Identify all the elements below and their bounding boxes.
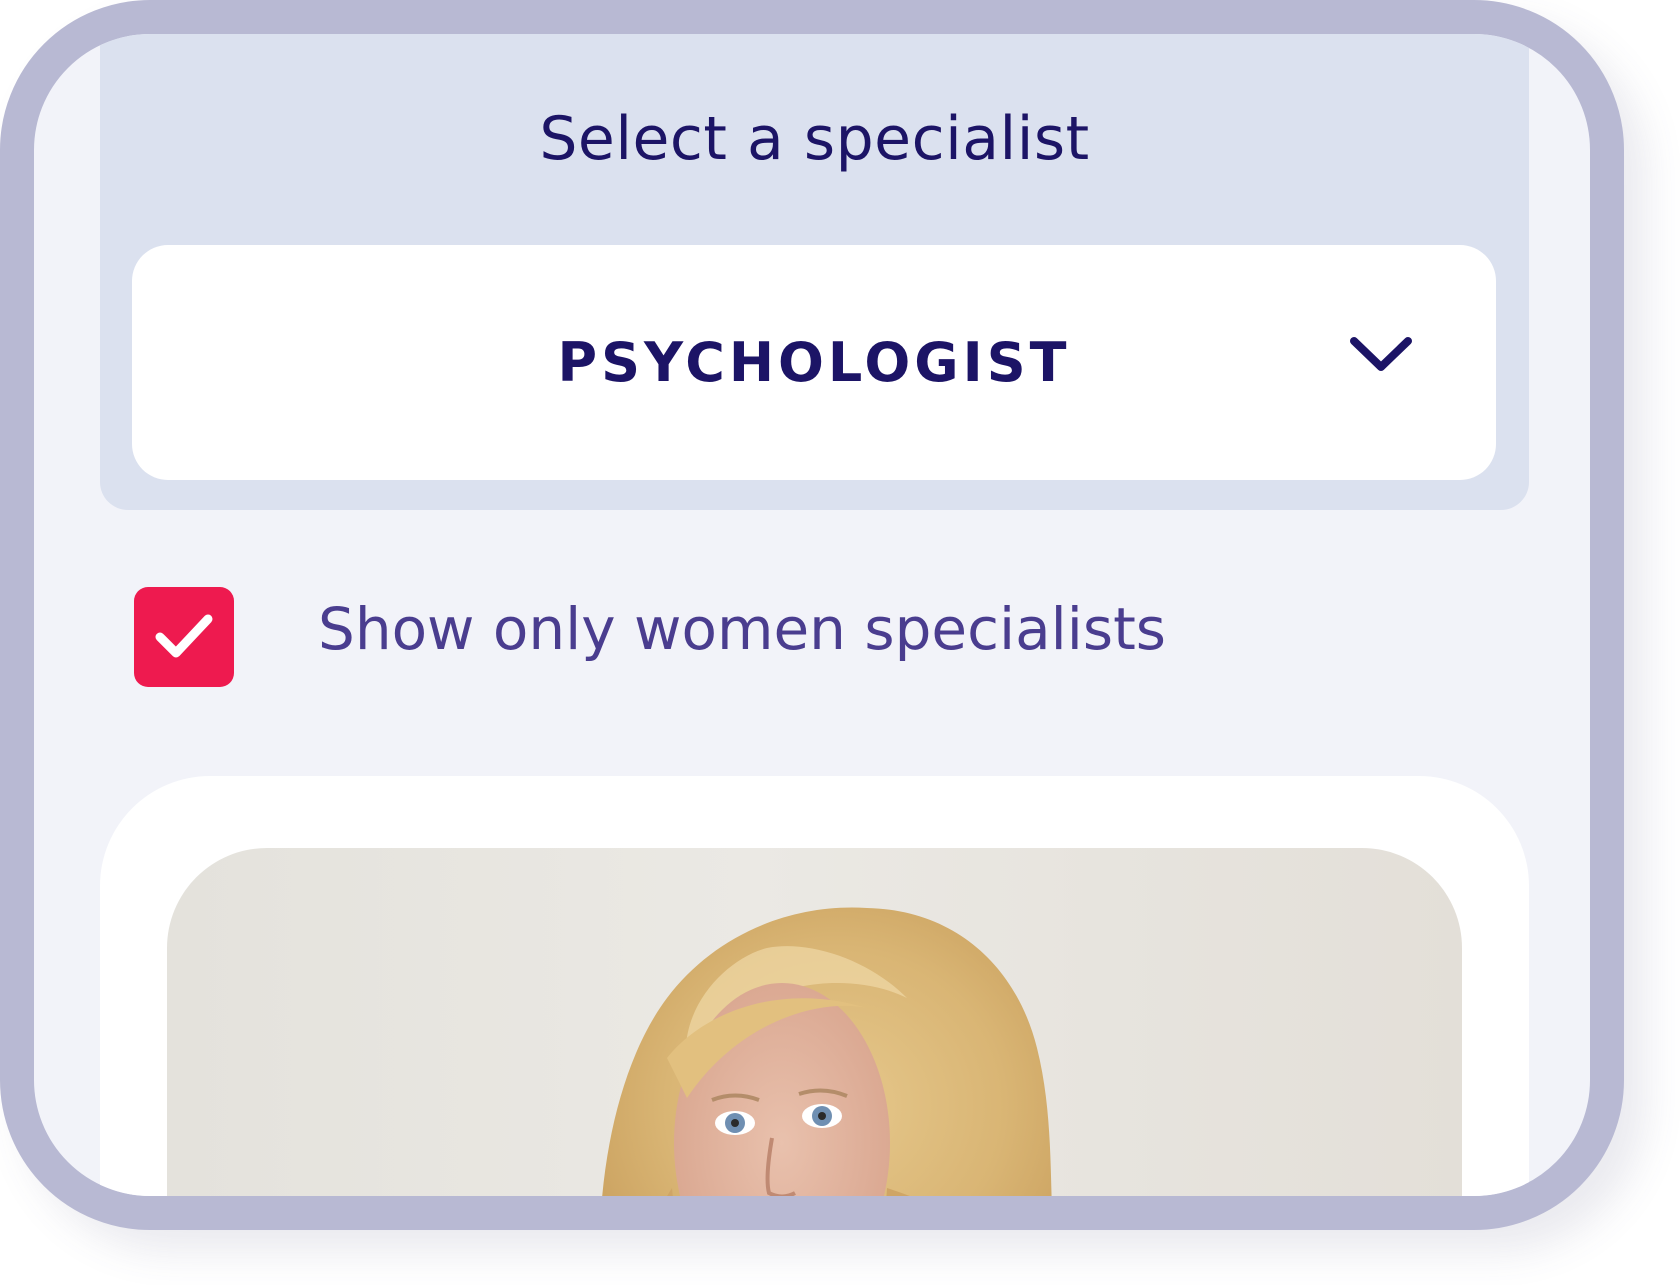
specialist-photo (167, 848, 1462, 1196)
chevron-down-icon (1350, 337, 1412, 371)
app-screen: Select a specialist PSYCHOLOGIST Show on… (34, 34, 1590, 1196)
specialty-dropdown[interactable]: PSYCHOLOGIST (132, 245, 1496, 480)
specialty-selected-value: PSYCHOLOGIST (557, 331, 1071, 394)
women-only-label: Show only women specialists (318, 595, 1167, 663)
women-only-filter[interactable]: Show only women specialists (134, 587, 1434, 687)
specialist-card[interactable] (100, 776, 1529, 1196)
device-frame: Select a specialist PSYCHOLOGIST Show on… (0, 0, 1624, 1230)
portrait-illustration (602, 907, 1052, 1196)
header-panel: Select a specialist PSYCHOLOGIST (100, 34, 1529, 510)
checkmark-icon (155, 614, 213, 658)
women-only-checkbox[interactable] (134, 587, 234, 687)
screen-title: Select a specialist (539, 104, 1090, 174)
